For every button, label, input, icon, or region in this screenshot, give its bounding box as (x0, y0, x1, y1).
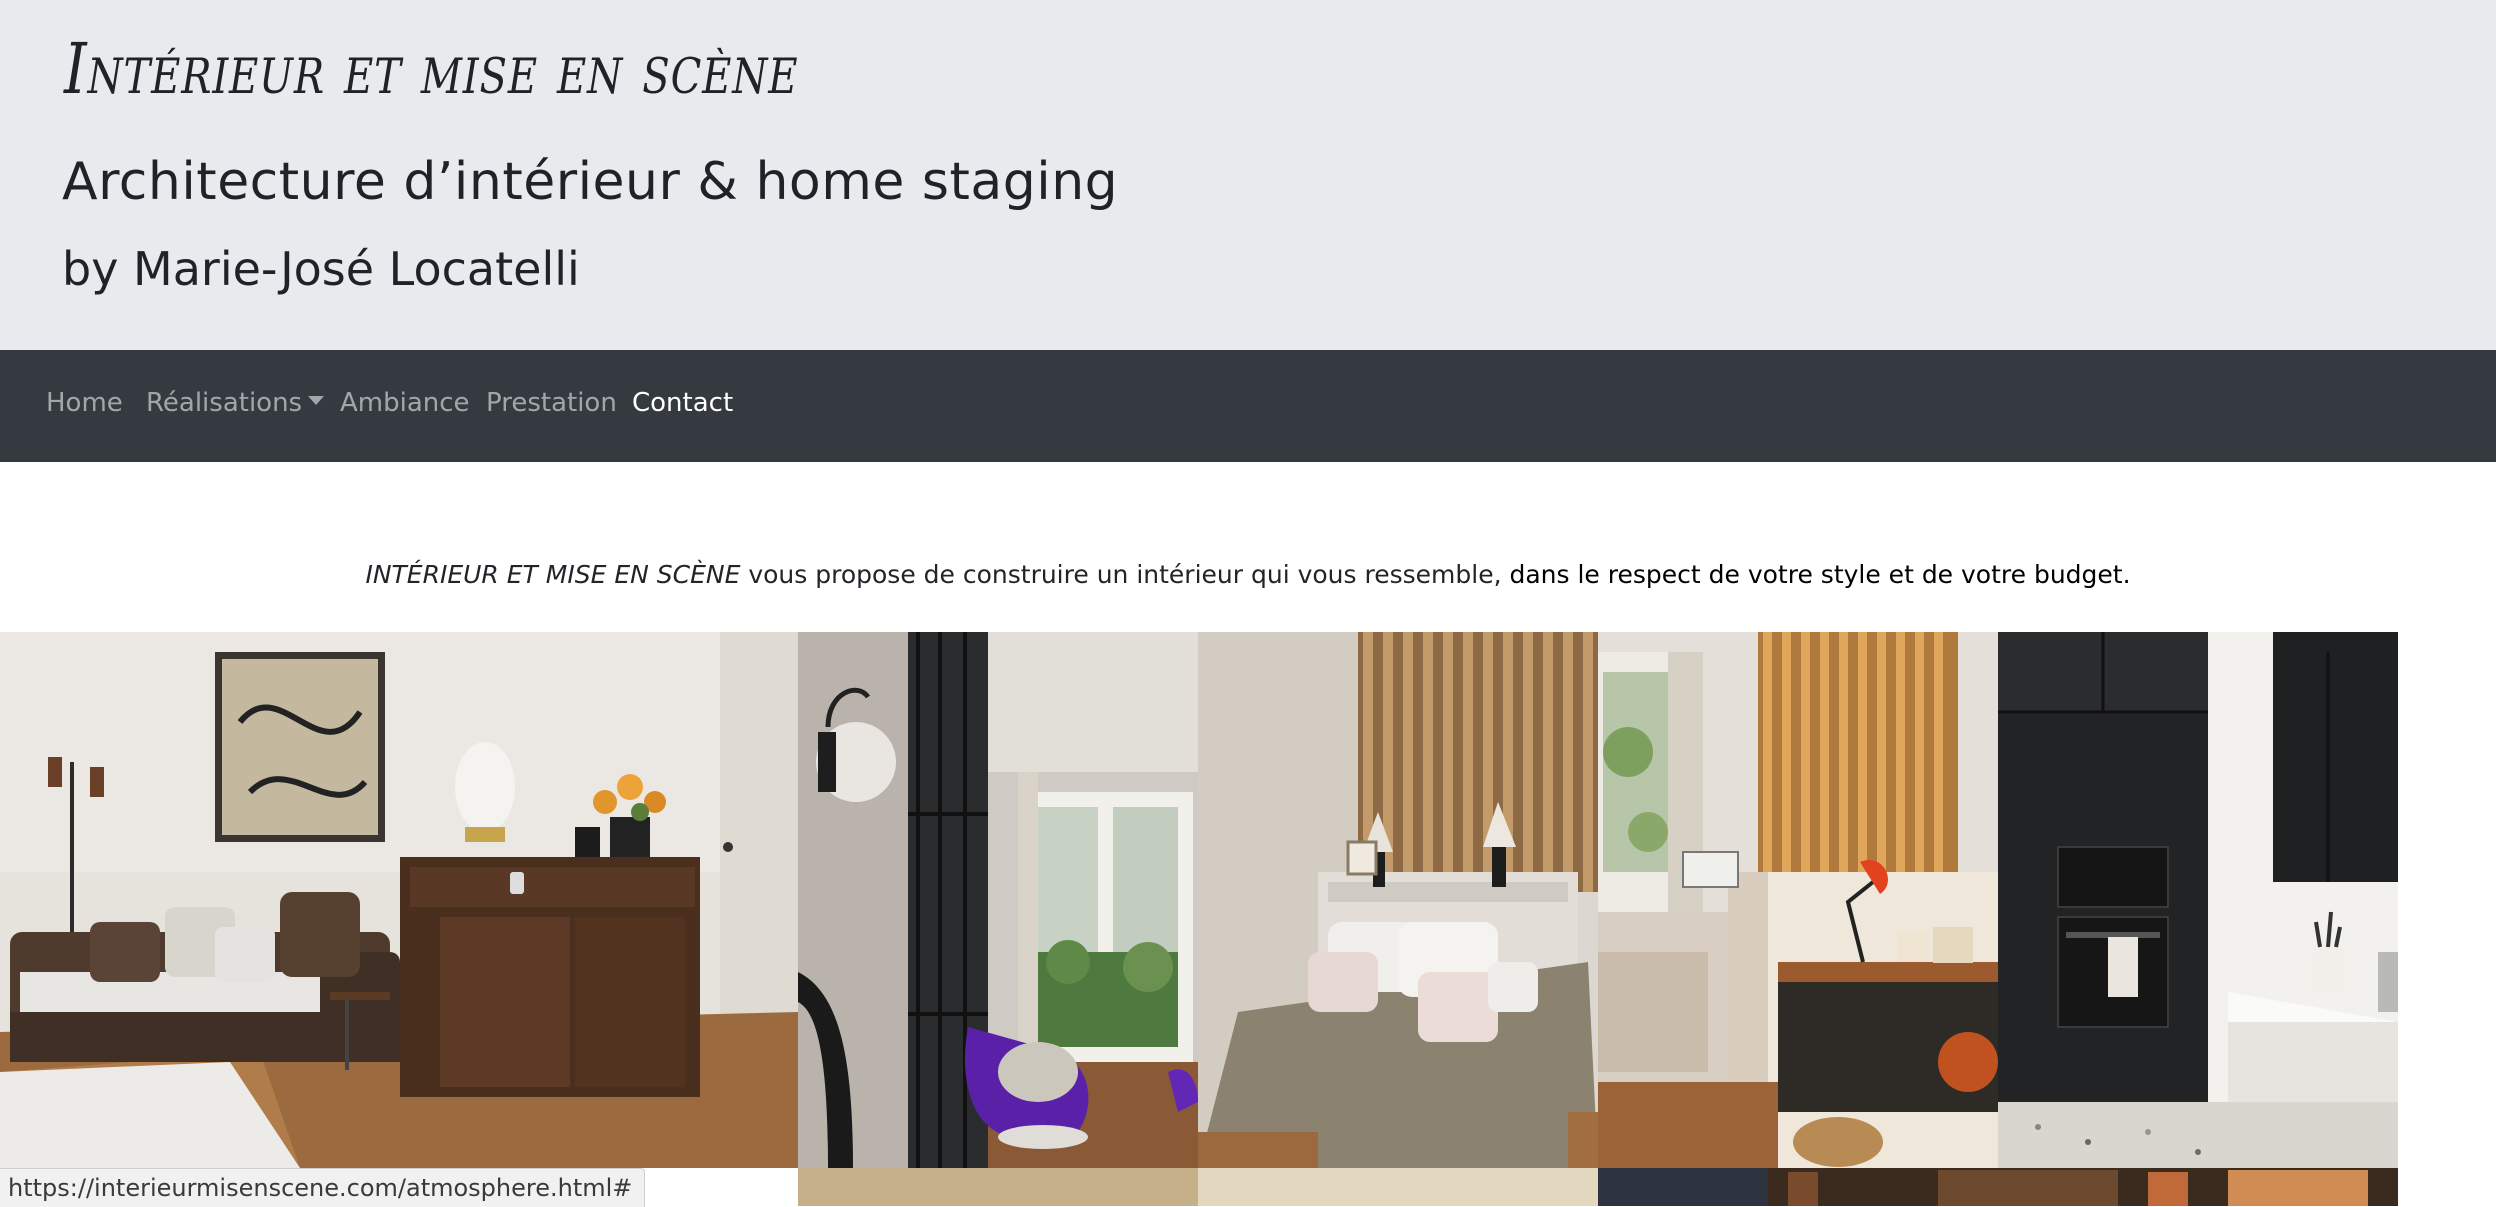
gallery-photo-bedroom-desk[interactable] (1598, 632, 1998, 1168)
nav-realisations-dropdown[interactable]: Réalisations (146, 388, 325, 418)
nav-contact[interactable]: Contact (632, 388, 733, 418)
gallery-photo-row2-3[interactable] (1598, 1168, 1768, 1206)
nav-prestation[interactable]: Prestation (486, 388, 617, 418)
intro-emphasis: dans le respect de votre style et de vot… (1509, 560, 2131, 589)
intro-body: vous propose de construire un intérieur … (740, 560, 1510, 589)
caret-down-icon (308, 396, 325, 405)
gallery-photo-black-kitchen[interactable] (1998, 632, 2398, 1168)
gallery-photo-living-room[interactable] (0, 632, 798, 1168)
nav-realisations-label: Réalisations (146, 388, 303, 418)
intro-brand: INTÉRIEUR ET MISE EN SCÈNE (365, 560, 741, 589)
gallery-photo-row2-4[interactable] (1768, 1168, 2398, 1206)
site-header: Intérieur et mise en scène Architecture … (0, 0, 2496, 350)
nav-ambiance[interactable]: Ambiance (340, 388, 470, 418)
intro-text: INTÉRIEUR ET MISE EN SCÈNE vous propose … (0, 560, 2496, 589)
site-author: by Marie-José Locatelli (62, 242, 580, 296)
main-navbar: Home Réalisations Ambiance Prestation Co… (0, 350, 2496, 462)
nav-home[interactable]: Home (46, 388, 123, 418)
browser-status-url: https://interieurmisenscene.com/atmosphe… (0, 1168, 646, 1207)
gallery-photo-bedroom-slats[interactable] (1198, 632, 1598, 1168)
site-title[interactable]: Intérieur et mise en scène (64, 28, 798, 110)
gallery-photo-row2-1[interactable] (798, 1168, 1198, 1206)
gallery-photo-glass-partition[interactable] (798, 632, 1198, 1168)
gallery-photo-row2-2[interactable] (1198, 1168, 1598, 1206)
site-subtitle: Architecture d’intérieur & home staging (62, 152, 1119, 212)
